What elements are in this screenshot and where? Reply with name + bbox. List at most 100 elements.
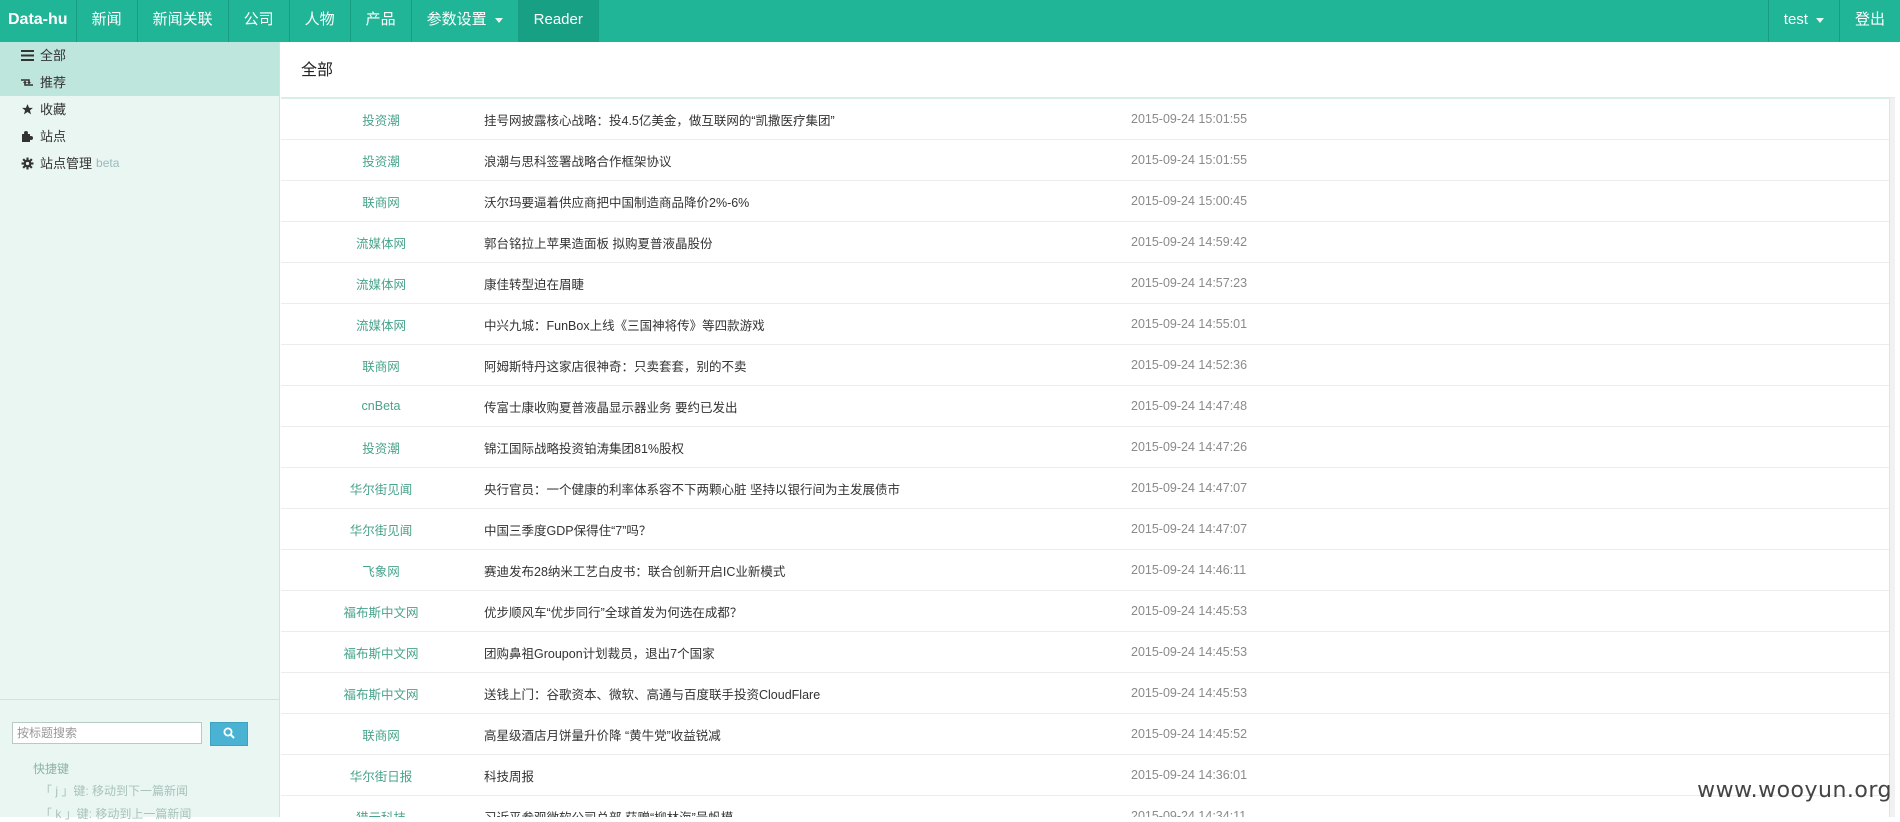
news-title-link[interactable]: 锦江国际战略投资铂涛集团81%股权 [481, 438, 1131, 457]
table-row[interactable]: 华尔街日报科技周报2015-09-24 14:36:01 [281, 755, 1895, 796]
sidebar-item-label: 收藏 [40, 96, 66, 123]
news-timestamp: 2015-09-24 14:45:53 [1131, 686, 1247, 700]
shortcut-hint-next: 「 j 」键: 移动到下一篇新闻 [40, 782, 188, 799]
search-button[interactable] [210, 722, 248, 746]
search-input[interactable] [12, 722, 202, 744]
news-source-link[interactable]: 投资潮 [281, 110, 481, 129]
nav-news[interactable]: 新闻 [77, 0, 138, 42]
news-title-link[interactable]: 优步顺风车“优步同行”全球首发为何选在成都？ [481, 602, 1131, 621]
nav-settings-label: 参数设置 [427, 11, 487, 28]
news-source-link[interactable]: 流媒体网 [281, 315, 481, 334]
table-row[interactable]: 飞象网赛迪发布28纳米工艺白皮书：联合创新开启IC业新模式2015-09-24 … [281, 550, 1895, 591]
chevron-down-icon [495, 18, 503, 23]
username: test [1784, 11, 1808, 28]
news-source-link[interactable]: 联商网 [281, 192, 481, 211]
nav-people[interactable]: 人物 [290, 0, 351, 42]
sidebar-item-all[interactable]: 全部 [0, 42, 279, 69]
search-icon [223, 727, 235, 742]
nav-reader[interactable]: Reader [519, 0, 599, 42]
table-row[interactable]: 华尔街见闻央行官员：一个健康的利率体系容不下两颗心脏 坚持以银行间为主发展债市2… [281, 468, 1895, 509]
news-title-link[interactable]: 高星级酒店月饼量升价降 “黄牛党”收益锐减 [481, 725, 1131, 744]
news-title-link[interactable]: 赛迪发布28纳米工艺白皮书：联合创新开启IC业新模式 [481, 561, 1131, 580]
table-row[interactable]: 投资潮挂号网披露核心战略：投4.5亿美金，做互联网的“凯撒医疗集团”2015-0… [281, 99, 1895, 140]
news-source-link[interactable]: 华尔街见闻 [281, 520, 481, 539]
user-menu-dropdown[interactable]: test [1768, 0, 1839, 42]
logout-link[interactable]: 登出 [1839, 0, 1900, 42]
news-timestamp: 2015-09-24 14:47:48 [1131, 399, 1247, 413]
sidebar-item-site-management[interactable]: 站点管理 beta [0, 150, 279, 177]
news-title-link[interactable]: 中国三季度GDP保得住“7”吗？ [481, 520, 1131, 539]
news-source-link[interactable]: cnBeta [281, 399, 481, 413]
table-row[interactable]: 福布斯中文网送钱上门：谷歌资本、微软、高通与百度联手投资CloudFlare20… [281, 673, 1895, 714]
main-content: 全部 投资潮挂号网披露核心战略：投4.5亿美金，做互联网的“凯撒医疗集团”201… [281, 42, 1895, 817]
news-title-link[interactable]: 浪潮与思科签署战略合作框架协议 [481, 151, 1131, 170]
news-title-link[interactable]: 送钱上门：谷歌资本、微软、高通与百度联手投资CloudFlare [481, 684, 1131, 703]
watermark: www.wooyun.org [1697, 778, 1892, 803]
nav-product[interactable]: 产品 [351, 0, 412, 42]
news-timestamp: 2015-09-24 14:47:26 [1131, 440, 1247, 454]
table-row[interactable]: 联商网阿姆斯特丹这家店很神奇：只卖套套，别的不卖2015-09-24 14:52… [281, 345, 1895, 386]
table-row[interactable]: 联商网高星级酒店月饼量升价降 “黄牛党”收益锐减2015-09-24 14:45… [281, 714, 1895, 755]
table-row[interactable]: 流媒体网康佳转型迫在眉睫2015-09-24 14:57:23 [281, 263, 1895, 304]
news-title-link[interactable]: 中兴九城：FunBox上线《三国神将传》等四款游戏 [481, 315, 1131, 334]
sidebar-item-favorites[interactable]: 收藏 [0, 96, 279, 123]
nav-news-relations[interactable]: 新闻关联 [138, 0, 229, 42]
news-title-link[interactable]: 团购鼻祖Groupon计划裁员，退出7个国家 [481, 643, 1131, 662]
news-source-link[interactable]: 投资潮 [281, 438, 481, 457]
news-source-link[interactable]: 福布斯中文网 [281, 643, 481, 662]
news-list: 投资潮挂号网披露核心战略：投4.5亿美金，做互联网的“凯撒医疗集团”2015-0… [281, 99, 1895, 817]
sidebar-item-label: 全部 [40, 42, 66, 69]
table-row[interactable]: 华尔街见闻中国三季度GDP保得住“7”吗？2015-09-24 14:47:07 [281, 509, 1895, 550]
news-source-link[interactable]: 投资潮 [281, 151, 481, 170]
gear-icon [20, 157, 34, 171]
table-row[interactable]: 福布斯中文网团购鼻祖Groupon计划裁员，退出7个国家2015-09-24 1… [281, 632, 1895, 673]
news-title-link[interactable]: 阿姆斯特丹这家店很神奇：只卖套套，别的不卖 [481, 356, 1131, 375]
news-source-link[interactable]: 联商网 [281, 356, 481, 375]
table-row[interactable]: 流媒体网中兴九城：FunBox上线《三国神将传》等四款游戏2015-09-24 … [281, 304, 1895, 345]
sidebar-item-sites[interactable]: 站点 [0, 123, 279, 150]
news-timestamp: 2015-09-24 14:59:42 [1131, 235, 1247, 249]
news-source-link[interactable]: 华尔街见闻 [281, 479, 481, 498]
news-title-link[interactable]: 科技周报 [481, 766, 1131, 785]
news-timestamp: 2015-09-24 14:52:36 [1131, 358, 1247, 372]
news-source-link[interactable]: 福布斯中文网 [281, 684, 481, 703]
news-source-link[interactable]: 飞象网 [281, 561, 481, 580]
shortcut-hint-prev: 「 k 」键: 移动到上一篇新闻 [40, 805, 191, 822]
news-title-link[interactable]: 康佳转型迫在眉睫 [481, 274, 1131, 293]
news-timestamp: 2015-09-24 14:45:53 [1131, 604, 1247, 618]
news-title-link[interactable]: 沃尔玛要逼着供应商把中国制造商品降价2%-6% [481, 192, 1131, 211]
news-timestamp: 2015-09-24 15:00:45 [1131, 194, 1247, 208]
table-row[interactable]: 流媒体网郭台铭拉上苹果造面板 拟购夏普液晶股份2015-09-24 14:59:… [281, 222, 1895, 263]
news-source-link[interactable]: 福布斯中文网 [281, 602, 481, 621]
table-row[interactable]: 联商网沃尔玛要逼着供应商把中国制造商品降价2%-6%2015-09-24 15:… [281, 181, 1895, 222]
page-title: 全部 [281, 42, 1895, 99]
news-title-link[interactable]: 习近平参观微软公司总部 获赠“柳林海”号帆模 [481, 807, 1131, 818]
table-row[interactable]: 猎云科技习近平参观微软公司总部 获赠“柳林海”号帆模2015-09-24 14:… [281, 796, 1895, 817]
search-form [12, 722, 248, 746]
table-row[interactable]: cnBeta传富士康收购夏普液晶显示器业务 要约已发出2015-09-24 14… [281, 386, 1895, 427]
news-source-link[interactable]: 华尔街日报 [281, 766, 481, 785]
news-timestamp: 2015-09-24 14:34:11 [1131, 809, 1246, 817]
news-title-link[interactable]: 央行官员：一个健康的利率体系容不下两颗心脏 坚持以银行间为主发展债市 [481, 479, 1131, 498]
table-row[interactable]: 投资潮锦江国际战略投资铂涛集团81%股权2015-09-24 14:47:26 [281, 427, 1895, 468]
news-source-link[interactable]: 流媒体网 [281, 233, 481, 252]
table-row[interactable]: 福布斯中文网优步顺风车“优步同行”全球首发为何选在成都？2015-09-24 1… [281, 591, 1895, 632]
news-source-link[interactable]: 联商网 [281, 725, 481, 744]
table-row[interactable]: 投资潮浪潮与思科签署战略合作框架协议2015-09-24 15:01:55 [281, 140, 1895, 181]
nav-settings-dropdown[interactable]: 参数设置 [412, 0, 519, 42]
news-title-link[interactable]: 挂号网披露核心战略：投4.5亿美金，做互联网的“凯撒医疗集团” [481, 110, 1131, 129]
puzzle-icon [20, 130, 34, 144]
news-source-link[interactable]: 流媒体网 [281, 274, 481, 293]
news-timestamp: 2015-09-24 14:55:01 [1131, 317, 1247, 331]
brand-logo[interactable]: Data-hu [0, 0, 77, 42]
scrollbar[interactable] [1889, 98, 1895, 817]
news-timestamp: 2015-09-24 14:46:11 [1131, 563, 1246, 577]
news-timestamp: 2015-09-24 15:01:55 [1131, 112, 1247, 126]
sidebar-item-recommended[interactable]: 推荐 [0, 69, 279, 96]
news-title-link[interactable]: 郭台铭拉上苹果造面板 拟购夏普液晶股份 [481, 233, 1131, 252]
star-icon [20, 103, 34, 117]
news-source-link[interactable]: 猎云科技 [281, 807, 481, 818]
news-timestamp: 2015-09-24 14:47:07 [1131, 522, 1247, 536]
nav-company[interactable]: 公司 [229, 0, 290, 42]
news-title-link[interactable]: 传富士康收购夏普液晶显示器业务 要约已发出 [481, 397, 1131, 416]
